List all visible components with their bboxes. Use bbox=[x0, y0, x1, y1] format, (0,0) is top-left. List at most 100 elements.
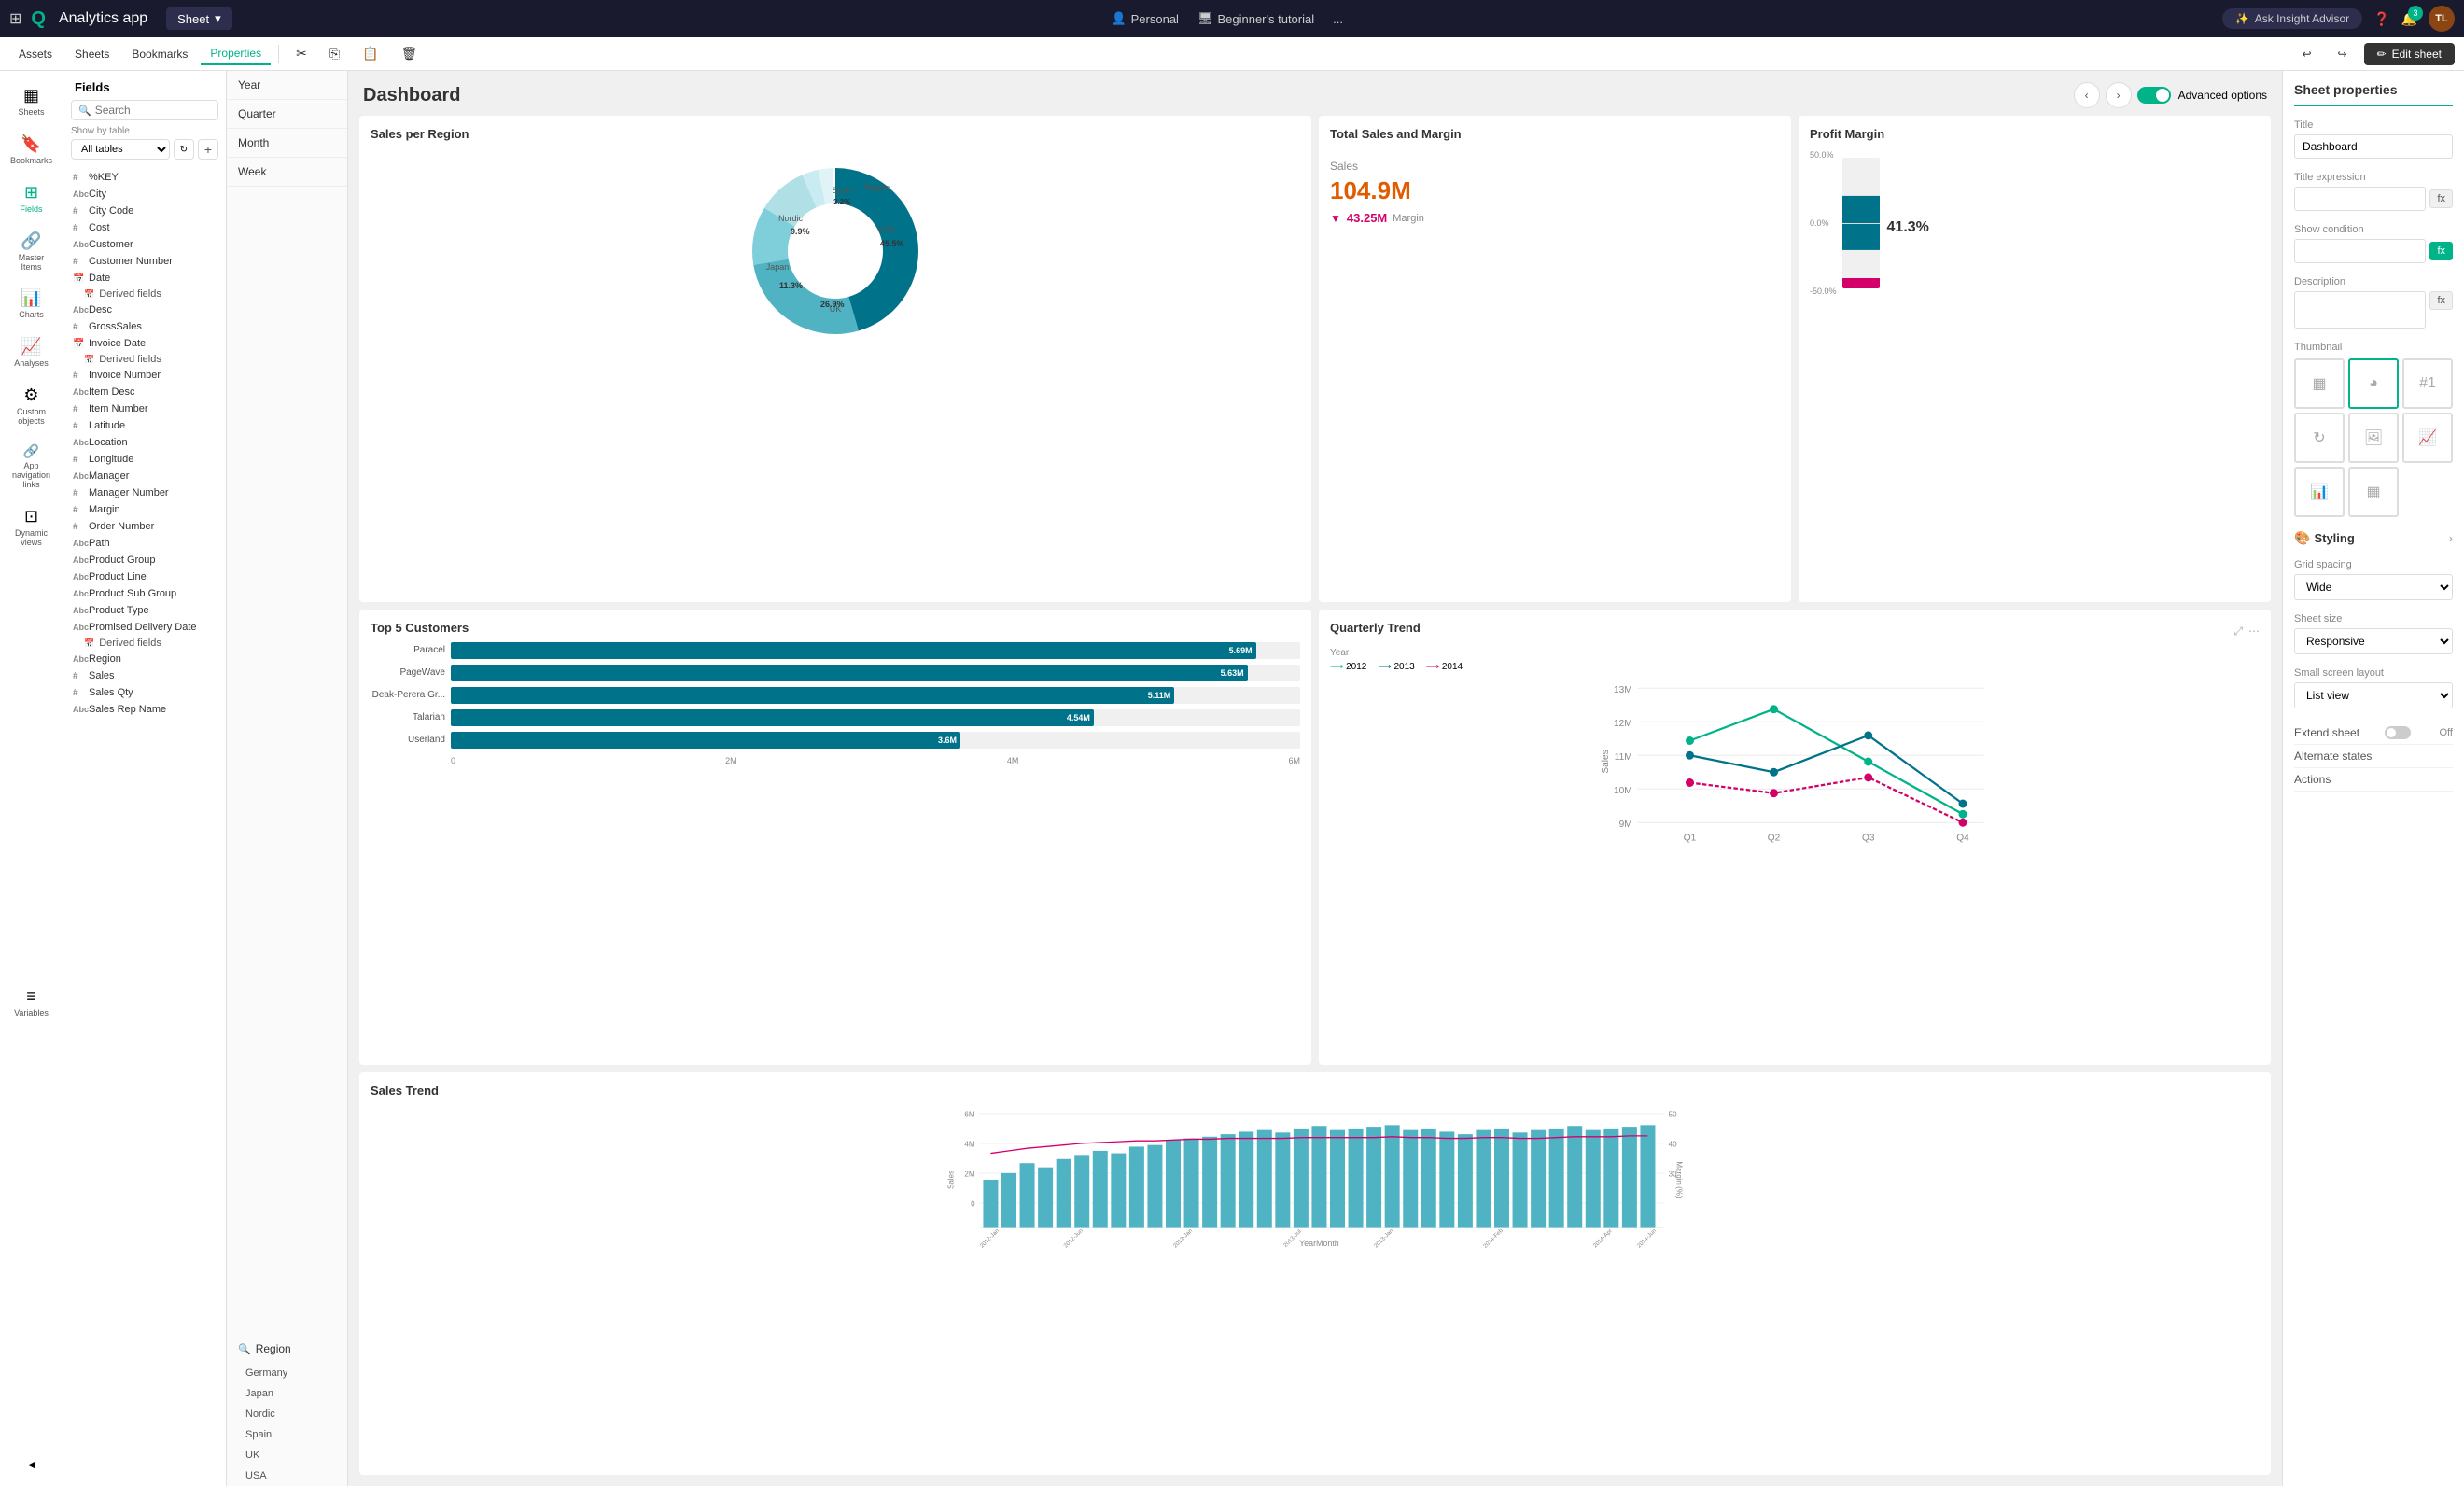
delete-btn[interactable]: 🗑 bbox=[391, 42, 427, 65]
field-customer-number[interactable]: #Customer Number bbox=[63, 253, 226, 270]
show-condition-input[interactable] bbox=[2294, 239, 2426, 263]
sidebar-item-sheets[interactable]: ▦ Sheets bbox=[5, 78, 59, 125]
field-item-number[interactable]: #Item Number bbox=[63, 400, 226, 417]
field-date[interactable]: 📅Date bbox=[63, 270, 226, 287]
field-city[interactable]: AbcCity bbox=[63, 186, 226, 203]
field-margin[interactable]: #Margin bbox=[63, 501, 226, 518]
sidebar-item-master-items[interactable]: 🔗 Master Items bbox=[5, 224, 59, 280]
field-sales[interactable]: #Sales bbox=[63, 667, 226, 684]
sheets-btn[interactable]: Sheets bbox=[65, 44, 119, 64]
filter-region-japan[interactable]: Japan bbox=[227, 1383, 347, 1404]
table-select[interactable]: All tables bbox=[71, 139, 170, 160]
title-expression-input[interactable] bbox=[2294, 187, 2426, 211]
advanced-options-toggle[interactable] bbox=[2137, 87, 2171, 104]
filter-region-spain[interactable]: Spain bbox=[227, 1424, 347, 1445]
field-invoice-date-derived[interactable]: 📅Derived fields bbox=[63, 352, 226, 367]
field-invoice-date[interactable]: 📅Invoice Date bbox=[63, 335, 226, 352]
field-manager-number[interactable]: #Manager Number bbox=[63, 484, 226, 501]
more-nav[interactable]: ... bbox=[1333, 12, 1343, 26]
filter-quarter[interactable]: Quarter bbox=[227, 100, 347, 129]
undo-btn[interactable]: ↩ bbox=[2292, 44, 2320, 64]
field-promised-delivery-derived[interactable]: 📅Derived fields bbox=[63, 636, 226, 651]
sheet-size-select[interactable]: Responsive bbox=[2294, 628, 2453, 654]
filter-week[interactable]: Week bbox=[227, 158, 347, 187]
filter-region-germany[interactable]: Germany bbox=[227, 1363, 347, 1383]
description-fx-btn[interactable]: fx bbox=[2429, 291, 2453, 310]
title-input[interactable] bbox=[2294, 134, 2453, 159]
description-textarea[interactable] bbox=[2294, 291, 2426, 329]
assets-btn[interactable]: Assets bbox=[9, 44, 62, 64]
copy-btn[interactable]: ⎘ bbox=[320, 42, 349, 65]
search-input[interactable] bbox=[95, 104, 211, 117]
notifications-icon[interactable]: 🔔 3 bbox=[2401, 11, 2417, 27]
filter-region-usa[interactable]: USA bbox=[227, 1465, 347, 1486]
field-product-type[interactable]: AbcProduct Type bbox=[63, 602, 226, 619]
field-sales-rep-name[interactable]: AbcSales Rep Name bbox=[63, 701, 226, 718]
field-region[interactable]: AbcRegion bbox=[63, 651, 226, 667]
field-promised-delivery-date[interactable]: AbcPromised Delivery Date bbox=[63, 619, 226, 636]
field-invoice-number[interactable]: #Invoice Number bbox=[63, 367, 226, 384]
field-location[interactable]: AbcLocation bbox=[63, 434, 226, 451]
bookmarks-btn[interactable]: Bookmarks bbox=[122, 44, 197, 64]
sidebar-item-collapse[interactable]: ◄ bbox=[5, 1451, 59, 1479]
thumb-number[interactable]: #1 bbox=[2402, 358, 2453, 409]
thumb-sheet[interactable]: ▦ bbox=[2294, 358, 2345, 409]
field-gross-sales[interactable]: #GrossSales bbox=[63, 318, 226, 335]
title-expression-fx-btn[interactable]: fx bbox=[2429, 189, 2453, 208]
add-field-btn[interactable]: + bbox=[198, 139, 218, 160]
filter-region-uk[interactable]: UK bbox=[227, 1445, 347, 1465]
field-desc[interactable]: AbcDesc bbox=[63, 301, 226, 318]
field-order-number[interactable]: #Order Number bbox=[63, 518, 226, 535]
extend-sheet-toggle[interactable] bbox=[2385, 726, 2411, 739]
small-screen-select[interactable]: List view bbox=[2294, 682, 2453, 708]
field-customer[interactable]: AbcCustomer bbox=[63, 236, 226, 253]
properties-btn[interactable]: Properties bbox=[201, 43, 271, 65]
personal-nav[interactable]: 👤 Personal bbox=[1111, 11, 1179, 26]
filter-region-nordic[interactable]: Nordic bbox=[227, 1404, 347, 1424]
more-icon[interactable]: ⋯ bbox=[2248, 624, 2260, 638]
sheet-selector[interactable]: Sheet ▾ bbox=[166, 7, 232, 30]
expand-icon[interactable]: ⤢ bbox=[2233, 624, 2243, 638]
styling-expand-icon[interactable]: › bbox=[2449, 532, 2453, 545]
paste-btn[interactable]: 📋 bbox=[353, 42, 387, 65]
show-condition-fx-btn[interactable]: fx bbox=[2429, 242, 2453, 260]
field-path[interactable]: AbcPath bbox=[63, 535, 226, 552]
filter-month[interactable]: Month bbox=[227, 129, 347, 158]
thumb-pie[interactable]: ◕ bbox=[2348, 358, 2399, 409]
thumb-grid-chart[interactable]: ▦ bbox=[2348, 467, 2399, 517]
field-item-desc[interactable]: AbcItem Desc bbox=[63, 384, 226, 400]
sidebar-item-charts[interactable]: 📊 Charts bbox=[5, 281, 59, 328]
refresh-btn[interactable]: ↻ bbox=[174, 139, 194, 160]
field-product-sub-group[interactable]: AbcProduct Sub Group bbox=[63, 585, 226, 602]
sidebar-item-bookmarks[interactable]: 🔖 Bookmarks bbox=[5, 127, 59, 174]
thumb-line-chart[interactable]: 📈 bbox=[2402, 413, 2453, 463]
field-date-derived[interactable]: 📅Derived fields bbox=[63, 287, 226, 301]
tutorial-nav[interactable]: 🖥 Beginner's tutorial bbox=[1197, 11, 1314, 26]
sidebar-item-fields[interactable]: ⊞ Fields bbox=[5, 175, 59, 222]
field-product-line[interactable]: AbcProduct Line bbox=[63, 568, 226, 585]
sidebar-item-dynamic-views[interactable]: ⊡ Dynamic views bbox=[5, 499, 59, 555]
user-avatar[interactable]: TL bbox=[2429, 6, 2455, 32]
sidebar-item-analyses[interactable]: 📈 Analyses bbox=[5, 329, 59, 376]
sidebar-item-app-navigation[interactable]: 🔗 App navigation links bbox=[5, 436, 59, 498]
prev-sheet-btn[interactable]: ‹ bbox=[2074, 82, 2100, 108]
field-product-group[interactable]: AbcProduct Group bbox=[63, 552, 226, 568]
filter-year[interactable]: Year bbox=[227, 71, 347, 100]
grid-spacing-select[interactable]: Wide bbox=[2294, 574, 2453, 600]
grid-menu-icon[interactable]: ⊞ bbox=[9, 9, 21, 28]
sidebar-item-variables[interactable]: ≡ Variables bbox=[5, 979, 59, 1026]
help-icon[interactable]: ❓ bbox=[2373, 11, 2389, 27]
thumb-bar-chart[interactable]: 📊 bbox=[2294, 467, 2345, 517]
next-sheet-btn[interactable]: › bbox=[2106, 82, 2132, 108]
sidebar-item-custom-objects[interactable]: ⚙ Custom objects bbox=[5, 378, 59, 434]
field-cost[interactable]: #Cost bbox=[63, 219, 226, 236]
field-key[interactable]: #%KEY bbox=[63, 169, 226, 186]
thumb-image[interactable]: 🖼 bbox=[2348, 413, 2399, 463]
field-city-code[interactable]: #City Code bbox=[63, 203, 226, 219]
field-sales-qty[interactable]: #Sales Qty bbox=[63, 684, 226, 701]
field-latitude[interactable]: #Latitude bbox=[63, 417, 226, 434]
field-longitude[interactable]: #Longitude bbox=[63, 451, 226, 468]
field-manager[interactable]: AbcManager bbox=[63, 468, 226, 484]
thumb-refresh[interactable]: ↻ bbox=[2294, 413, 2345, 463]
edit-sheet-btn[interactable]: ✏ Edit sheet bbox=[2364, 43, 2455, 65]
